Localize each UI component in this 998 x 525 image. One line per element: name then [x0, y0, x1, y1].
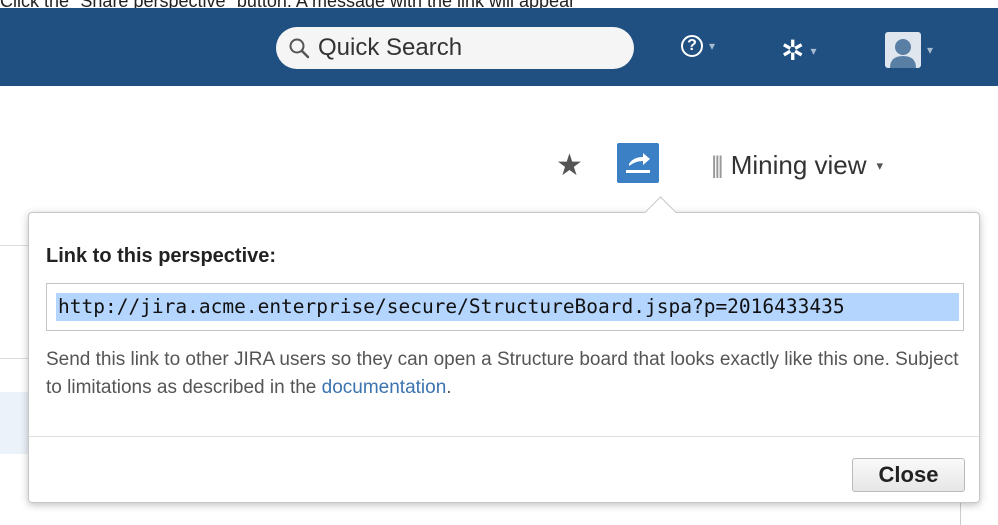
perspective-link-value: http://jira.acme.enterprise/secure/Struc…	[58, 295, 845, 318]
share-perspective-button[interactable]	[617, 143, 659, 183]
columns-icon: |||	[711, 151, 724, 179]
gear-icon: ✲	[781, 35, 805, 66]
background-row-highlight	[0, 392, 30, 454]
settings-menu-button[interactable]: ✲ ▾	[781, 34, 817, 67]
instruction-caption: Click the "Share perspective" button. A …	[0, 0, 998, 8]
help-icon: ?	[681, 35, 703, 57]
dialog-divider	[29, 436, 979, 437]
user-profile-menu-button[interactable]: ▾	[885, 32, 933, 68]
documentation-link[interactable]: documentation	[322, 377, 447, 398]
chevron-down-icon: ▾	[876, 157, 884, 173]
dialog-title: Link to this perspective:	[46, 245, 277, 267]
avatar	[885, 32, 921, 68]
chevron-down-icon: ▾	[709, 39, 716, 53]
search-icon	[289, 38, 310, 59]
top-navigation-bar: Quick Search ? ▾ ✲ ▾ ▾	[0, 8, 998, 86]
share-perspective-dialog: Link to this perspective: http://jira.ac…	[28, 196, 980, 503]
view-selector-dropdown[interactable]: ||| Mining view ▾	[711, 150, 883, 181]
dialog-description: Send this link to other JIRA users so th…	[46, 346, 964, 402]
help-menu-button[interactable]: ? ▾	[681, 35, 715, 57]
description-end: .	[446, 377, 452, 398]
quick-search-input[interactable]: Quick Search	[276, 27, 634, 69]
star-icon[interactable]: ★	[556, 148, 583, 183]
search-placeholder: Quick Search	[318, 34, 463, 61]
background-divider	[0, 358, 30, 359]
close-button[interactable]: Close	[852, 458, 965, 492]
dialog-pointer-arrow	[644, 196, 677, 229]
description-text: Send this link to other JIRA users so th…	[46, 349, 959, 398]
user-silhouette-icon	[890, 39, 916, 68]
view-selector-label: Mining view	[730, 150, 867, 180]
background-divider	[0, 245, 30, 246]
chevron-down-icon: ▾	[927, 43, 934, 57]
share-icon	[626, 153, 650, 173]
chevron-down-icon: ▾	[810, 43, 817, 58]
